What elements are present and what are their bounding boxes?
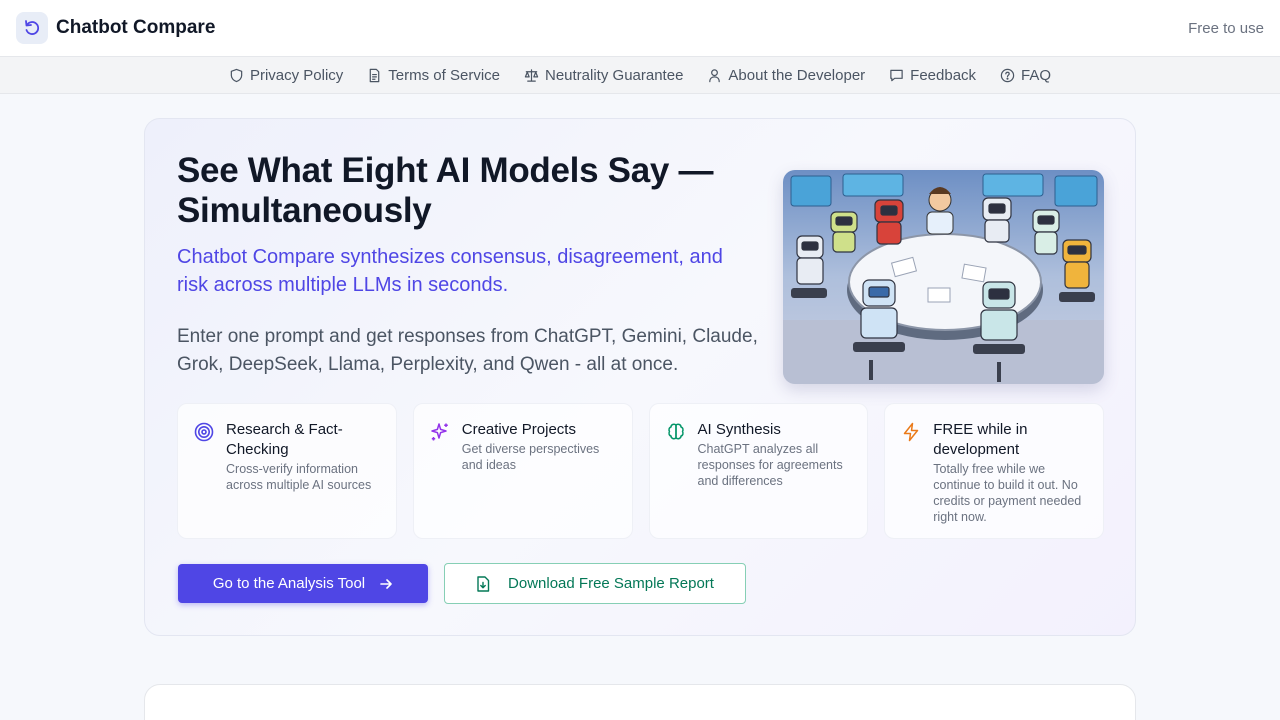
button-label: Go to the Analysis Tool [212,575,366,592]
feature-title: Creative Projects [461,421,576,438]
feature-card-synthesis: AI Synthesis ChatGPT analyzes all respon… [648,403,869,539]
feature-card-free: FREE while in development Totally free w… [884,403,1104,539]
hero-title: See What Eight AI Models Say — Simultane… [177,151,714,230]
feature-title: AI Synthesis [697,421,781,438]
brain-icon [667,423,684,440]
file-download-icon [477,575,490,592]
feature-description: Totally free while we continue to build … [933,462,1082,524]
app-title[interactable]: Chatbot Compare [56,17,215,39]
feature-title: Research & Fact-Checking [226,421,343,458]
chat-icon [890,69,903,81]
refresh-icon[interactable] [16,12,48,44]
hero-description: Enter one prompt and get responses from … [177,326,758,375]
sparkles-icon [431,423,448,441]
document-icon [369,68,380,82]
download-sample-report-button[interactable]: Download Free Sample Report [444,563,746,604]
nav-label: Feedback [910,66,977,84]
user-icon [709,68,721,82]
nav-neutrality-guarantee[interactable]: Neutrality Guarantee [512,67,695,84]
nav-terms-of-service[interactable]: Terms of Service [355,67,512,84]
nav-privacy-policy[interactable]: Privacy Policy [217,67,355,84]
arrow-right-icon [380,578,392,589]
feature-card-research: Research & Fact-Checking Cross-verify in… [177,403,397,539]
feature-cards: Research & Fact-Checking Cross-verify in… [177,403,1104,539]
nav-label: FAQ [1021,66,1052,84]
help-icon [1000,68,1015,82]
nav-about-developer[interactable]: About the Developer [695,67,877,84]
free-to-use-label: Free to use [1188,19,1264,37]
button-label: Download Free Sample Report [508,575,714,592]
feature-description: Cross-verify information across multiple… [226,462,372,492]
nav-bar: Privacy Policy Terms of Service Neutrali… [0,57,1280,94]
go-to-analysis-tool-button[interactable]: Go to the Analysis Tool [178,564,428,603]
feature-title: FREE while in development [933,421,1028,458]
shield-icon [230,68,243,82]
robots-roundtable-illustration [783,170,1104,384]
lower-section-card [144,684,1136,720]
top-header: Chatbot Compare Free to use [0,0,1280,57]
hero-subtitle: Chatbot Compare synthesizes consensus, d… [177,246,723,296]
nav-label: Terms of Service [388,66,500,84]
nav-label: About the Developer [728,66,866,84]
nav-faq[interactable]: FAQ [988,67,1063,84]
target-icon [194,422,214,442]
nav-feedback[interactable]: Feedback [877,67,988,84]
feature-card-creative: Creative Projects Get diverse perspectiv… [412,403,633,539]
feature-description: Get diverse perspectives and ideas [461,442,600,472]
feature-description: ChatGPT analyzes all responses for agree… [697,442,843,488]
scale-icon [524,68,539,82]
nav-label: Neutrality Guarantee [545,66,684,84]
nav-label: Privacy Policy [249,66,344,84]
lightning-icon [904,422,919,442]
hero-card: See What Eight AI Models Say — Simultane… [144,118,1136,636]
